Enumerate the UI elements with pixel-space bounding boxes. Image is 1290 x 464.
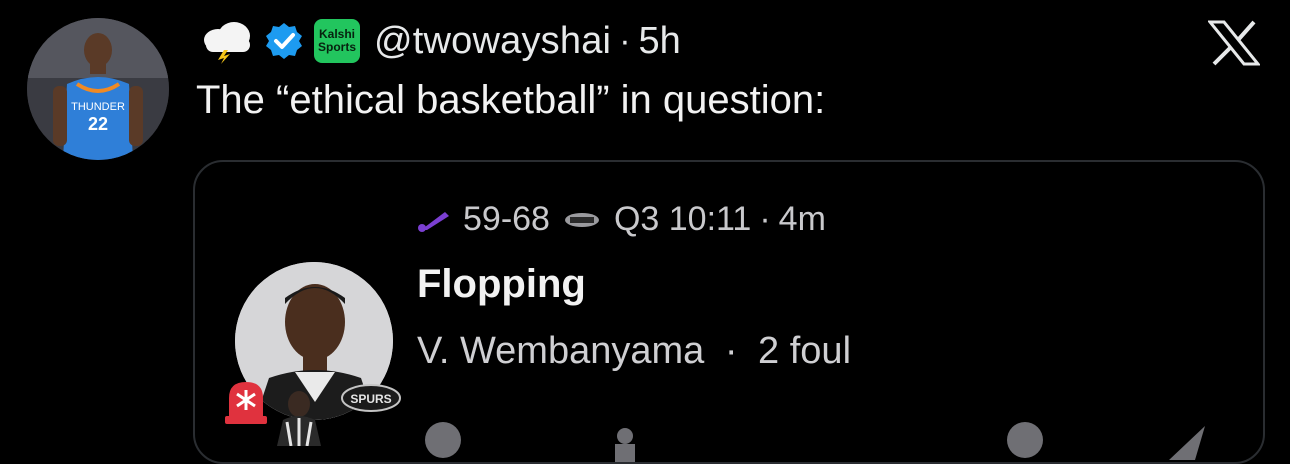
cloud-lightning-icon [204,22,250,64]
spurs-logo-icon [564,212,599,227]
comment-icon[interactable] [1003,418,1047,462]
event-age: 4m [778,200,826,238]
game-score: 59-68 [463,200,550,238]
kalshi-badge-line2: Sports [317,40,356,54]
avatar-jersey-number: 22 [88,114,108,134]
embedded-card[interactable]: 59-68 Q3 10:11 · 4m Flopping V. Wembanya… [193,160,1265,464]
foul-count: 2 foul [758,330,852,372]
user-handle[interactable]: @twowayshai [374,20,611,63]
referee-image [277,391,321,446]
siren-icon [225,382,267,424]
spurs-team-logo: SPURS [341,384,401,412]
separator-dot: · [619,21,631,60]
kalshi-sports-badge[interactable]: Kalshi Sports [314,19,360,63]
period-clock: Q3 10:11 [613,200,752,238]
verified-badge-icon[interactable] [264,21,304,61]
tweet-timestamp[interactable]: 5h [639,20,681,63]
avatar-jersey-team: THUNDER [71,101,125,113]
separator-dot: · [759,200,771,238]
x-logo-icon[interactable] [1208,20,1260,66]
score-row: 59-68 Q3 10:11 · 4m [415,200,826,239]
avatar[interactable]: THUNDER 22 [27,18,169,160]
referee-action-icon[interactable] [603,420,647,464]
reply-icon[interactable] [421,418,465,462]
avatar-image: THUNDER 22 [27,18,169,160]
spurs-logo-text: SPURS [350,392,391,406]
tweet-text: The “ethical basketball” in question: [196,78,826,122]
tweet-header: Kalshi Sports @twowayshai · 5h [196,18,681,64]
jazz-note-icon [418,211,449,232]
separator-dot: · [724,330,738,372]
event-title: Flopping [417,262,586,306]
player-name: V. Wembanyama [417,330,705,372]
share-icon[interactable] [1165,420,1209,464]
event-subtitle: V. Wembanyama · 2 foul [417,330,851,373]
